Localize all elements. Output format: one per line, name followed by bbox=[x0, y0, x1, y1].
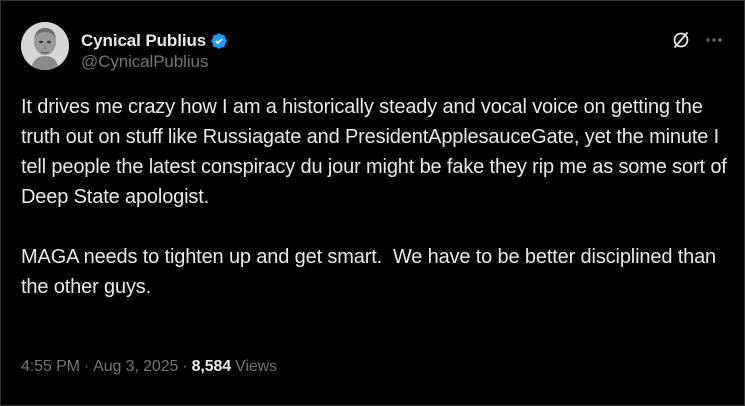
classical-bust-avatar-icon bbox=[21, 22, 69, 70]
tweet-meta: 4:55 PM · Aug 3, 2025 · 8,584 Views bbox=[21, 358, 277, 376]
tweet-actions-top bbox=[671, 30, 723, 50]
display-name[interactable]: Cynical Publius bbox=[81, 31, 206, 51]
tweet-paragraph-1: It drives me crazy how I am a historical… bbox=[21, 96, 733, 208]
meta-separator: · bbox=[182, 358, 188, 375]
author-block: Cynical Publius @CynicalPublius bbox=[81, 31, 228, 72]
more-horizontal-icon[interactable] bbox=[705, 31, 723, 49]
grok-slash-circle-icon[interactable] bbox=[671, 30, 691, 50]
post-date[interactable]: Aug 3, 2025 bbox=[93, 358, 178, 376]
views-label: Views bbox=[235, 358, 278, 375]
verified-badge-icon[interactable] bbox=[210, 32, 228, 50]
post-time[interactable]: 4:55 PM bbox=[21, 358, 80, 376]
views-count: 8,584 bbox=[191, 358, 232, 375]
tweet-text: It drives me crazy how I am a historical… bbox=[21, 92, 731, 302]
author-handle[interactable]: @CynicalPublius bbox=[81, 52, 228, 72]
author-name-row: Cynical Publius bbox=[81, 31, 228, 51]
tweet-paragraph-2: MAGA needs to tighten up and get smart. … bbox=[21, 246, 722, 298]
avatar[interactable] bbox=[21, 22, 69, 70]
tweet: Cynical Publius @CynicalPublius It drive… bbox=[0, 0, 745, 406]
meta-separator: · bbox=[83, 358, 90, 375]
